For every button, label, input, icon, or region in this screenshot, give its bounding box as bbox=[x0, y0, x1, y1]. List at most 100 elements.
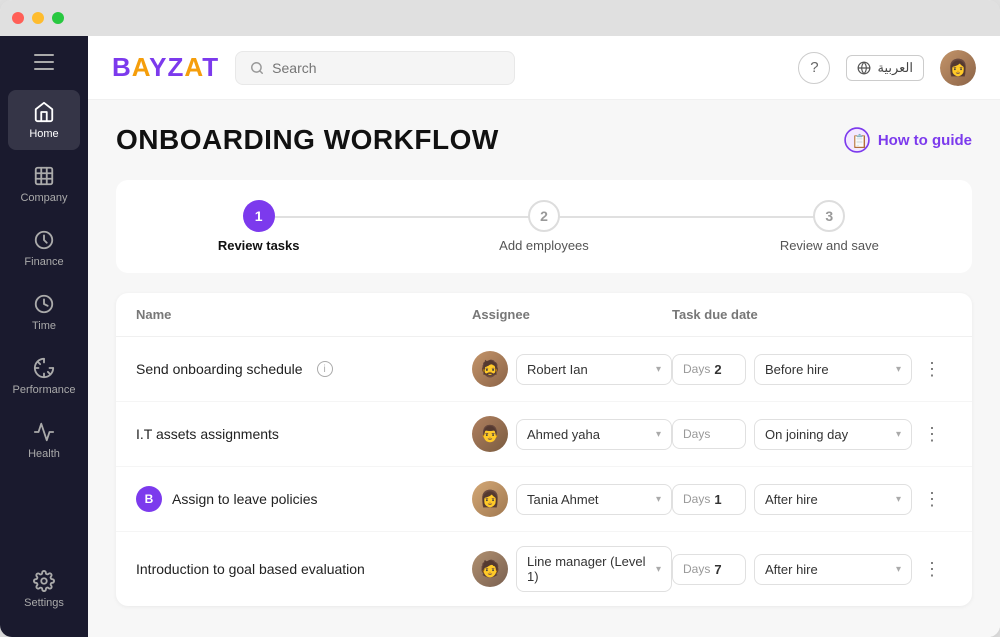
step-3[interactable]: 3 Review and save bbox=[687, 200, 972, 253]
assignee-avatar-3: 🧑 bbox=[472, 551, 508, 587]
avatar[interactable]: 👩 bbox=[940, 50, 976, 86]
sidebar-item-settings[interactable]: Settings bbox=[8, 559, 80, 619]
task-name-cell: Introduction to goal based evaluation bbox=[136, 561, 472, 577]
sidebar-item-home[interactable]: Home bbox=[8, 90, 80, 150]
more-button-0[interactable]: ⋮ bbox=[912, 355, 952, 384]
help-icon: ? bbox=[810, 59, 818, 76]
maximize-dot[interactable] bbox=[52, 12, 64, 24]
how-to-guide-button[interactable]: 📋 How to guide bbox=[844, 127, 972, 153]
stepper: 1 Review tasks 2 Add employees bbox=[116, 180, 972, 273]
timing-label-2: After hire bbox=[765, 492, 818, 507]
table-row: Introduction to goal based evaluation 🧑 … bbox=[116, 532, 972, 606]
days-input-0[interactable]: Days 2 bbox=[672, 354, 746, 385]
days-value-0: 2 bbox=[714, 362, 721, 377]
task-badge-2: B bbox=[136, 486, 162, 512]
table-row: I.T assets assignments 👨 Ahmed yaha ▾ Da bbox=[116, 402, 972, 467]
chevron-down-icon: ▾ bbox=[896, 564, 901, 575]
assignee-name-2: Tania Ahmet bbox=[527, 492, 599, 507]
time-icon bbox=[32, 292, 56, 316]
timing-select-3[interactable]: After hire ▾ bbox=[754, 554, 912, 585]
info-icon-0[interactable]: i bbox=[317, 361, 333, 377]
sidebar-item-health[interactable]: Health bbox=[8, 410, 80, 470]
sidebar-item-company[interactable]: Company bbox=[8, 154, 80, 214]
sidebar-time-label: Time bbox=[32, 320, 56, 332]
assignee-select-0[interactable]: Robert Ian ▾ bbox=[516, 354, 672, 385]
assignee-avatar-0: 🧔 bbox=[472, 351, 508, 387]
search-input[interactable] bbox=[272, 60, 500, 76]
help-button[interactable]: ? bbox=[798, 52, 830, 84]
due-date-cell-0: Days 2 Before hire ▾ bbox=[672, 354, 912, 385]
search-bar[interactable] bbox=[235, 51, 515, 85]
sidebar-performance-label: Performance bbox=[13, 384, 76, 396]
task-name-cell: I.T assets assignments bbox=[136, 426, 472, 442]
days-input-2[interactable]: Days 1 bbox=[672, 484, 746, 515]
days-label-1: Days bbox=[683, 427, 710, 441]
settings-icon bbox=[32, 569, 56, 593]
assignee-select-1[interactable]: Ahmed yaha ▾ bbox=[516, 419, 672, 450]
assignee-name-1: Ahmed yaha bbox=[527, 427, 600, 442]
sidebar-finance-label: Finance bbox=[24, 256, 63, 268]
step-1-label: Review tasks bbox=[218, 238, 300, 253]
step-2[interactable]: 2 Add employees bbox=[401, 200, 686, 253]
finance-icon bbox=[32, 228, 56, 252]
days-input-1[interactable]: Days bbox=[672, 419, 746, 449]
svg-text:📋: 📋 bbox=[851, 133, 867, 148]
tasks-table: Name Assignee Task due date Send onboard… bbox=[116, 293, 972, 606]
task-name-text-2: Assign to leave policies bbox=[172, 491, 318, 507]
logo: BAYZAT bbox=[112, 52, 219, 83]
due-date-cell-3: Days 7 After hire ▾ bbox=[672, 554, 912, 585]
header-right: ? العربية 👩 bbox=[798, 50, 976, 86]
table-row: Send onboarding schedule i 🧔 Robert Ian … bbox=[116, 337, 972, 402]
col-header-name: Name bbox=[136, 307, 472, 322]
task-name-cell: B Assign to leave policies bbox=[136, 486, 472, 512]
sidebar: Home Company bbox=[0, 36, 88, 637]
company-icon bbox=[32, 164, 56, 188]
timing-select-0[interactable]: Before hire ▾ bbox=[754, 354, 912, 385]
timing-select-2[interactable]: After hire ▾ bbox=[754, 484, 912, 515]
step-1[interactable]: 1 Review tasks bbox=[116, 200, 401, 253]
top-header: BAYZAT ? العرب bbox=[88, 36, 1000, 100]
titlebar bbox=[0, 0, 1000, 36]
assignee-select-2[interactable]: Tania Ahmet ▾ bbox=[516, 484, 672, 515]
days-input-3[interactable]: Days 7 bbox=[672, 554, 746, 585]
sidebar-item-time[interactable]: Time bbox=[8, 282, 80, 342]
main-content: BAYZAT ? العرب bbox=[88, 36, 1000, 637]
guide-icon: 📋 bbox=[844, 127, 870, 153]
assignee-name-3: Line manager (Level 1) bbox=[527, 554, 656, 584]
assignee-select-3[interactable]: Line manager (Level 1) ▾ bbox=[516, 546, 672, 592]
search-icon bbox=[250, 61, 264, 75]
performance-icon bbox=[32, 356, 56, 380]
minimize-dot[interactable] bbox=[32, 12, 44, 24]
sidebar-item-finance[interactable]: Finance bbox=[8, 218, 80, 278]
how-to-guide-label: How to guide bbox=[878, 132, 972, 149]
timing-label-1: On joining day bbox=[765, 427, 848, 442]
sidebar-item-performance[interactable]: Performance bbox=[8, 346, 80, 406]
chevron-down-icon: ▾ bbox=[896, 364, 901, 375]
home-icon bbox=[32, 100, 56, 124]
more-button-2[interactable]: ⋮ bbox=[912, 485, 952, 514]
page-header: ONBOARDING WORKFLOW 📋 How to guide bbox=[116, 124, 972, 156]
close-dot[interactable] bbox=[12, 12, 24, 24]
sidebar-health-label: Health bbox=[28, 448, 60, 460]
chevron-down-icon: ▾ bbox=[896, 429, 901, 440]
days-label-0: Days bbox=[683, 362, 710, 376]
hamburger-button[interactable] bbox=[0, 36, 88, 88]
due-date-cell-1: Days On joining day ▾ bbox=[672, 419, 912, 450]
chevron-down-icon: ▾ bbox=[656, 494, 661, 505]
step-3-label: Review and save bbox=[780, 238, 879, 253]
sidebar-settings-label: Settings bbox=[24, 597, 64, 609]
assignee-name-0: Robert Ian bbox=[527, 362, 588, 377]
language-button[interactable]: العربية bbox=[846, 55, 924, 81]
more-button-3[interactable]: ⋮ bbox=[912, 555, 952, 584]
timing-label-0: Before hire bbox=[765, 362, 829, 377]
assignee-avatar-1: 👨 bbox=[472, 416, 508, 452]
step-2-label: Add employees bbox=[499, 238, 589, 253]
more-button-1[interactable]: ⋮ bbox=[912, 420, 952, 449]
assignee-cell-1: 👨 Ahmed yaha ▾ bbox=[472, 416, 672, 452]
timing-select-1[interactable]: On joining day ▾ bbox=[754, 419, 912, 450]
table-row: B Assign to leave policies 👩 Tania Ahmet… bbox=[116, 467, 972, 532]
chevron-down-icon: ▾ bbox=[656, 429, 661, 440]
avatar-image: 👩 bbox=[940, 50, 976, 86]
assignee-cell-2: 👩 Tania Ahmet ▾ bbox=[472, 481, 672, 517]
task-name-text-1: I.T assets assignments bbox=[136, 426, 279, 442]
